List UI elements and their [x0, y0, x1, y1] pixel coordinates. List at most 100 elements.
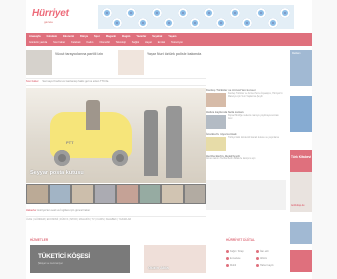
nav-item[interactable]: Spor: [94, 35, 100, 38]
teaser-image: [26, 50, 52, 75]
news-ticker: Haberler Hürriyet'ten sesli ve İngiltere…: [26, 209, 206, 217]
right-ad-banner[interactable]: [290, 96, 312, 132]
digital-link[interactable]: İlan ekli: [256, 248, 286, 255]
person-figure: [166, 106, 182, 178]
nav-subitem[interactable]: Hayat: [145, 41, 152, 44]
teaser-title[interactable]: Yaşar Nuri öztürk polisle bakımda: [147, 52, 203, 56]
nav-item[interactable]: Seyahat: [152, 35, 162, 38]
side-news-image: [206, 115, 226, 129]
nav-item[interactable]: Yaşam: [168, 35, 176, 38]
person-figure: [86, 100, 100, 130]
evil-eye-icon: [280, 8, 290, 18]
nav-subitem[interactable]: Son haber: [53, 41, 65, 44]
ticker-label: Haberler: [26, 209, 37, 212]
breaking-news-text[interactable]: Sermaye Kredisi ve Gaziantep hakkı gel n…: [42, 80, 108, 83]
evil-eye-icon: [190, 18, 200, 28]
nav-item[interactable]: Magazin: [106, 35, 116, 38]
side-news-desc: Kişisel Müziğe nedenle nanoyu yayılmaya …: [228, 115, 279, 120]
nav-subitem[interactable]: Kelebek: [71, 41, 80, 44]
ticker-text[interactable]: Hürriyet'ten sesli ve İngiltere için gün…: [37, 209, 90, 212]
headline-thumbnails: [26, 184, 206, 204]
side-news-item[interactable]: Hafıza kaybında fazla zaman Kişisel Müzi…: [206, 110, 284, 129]
side-news-desc: Kardeş Türküler ve Arrivet Sonu İnşaatçı…: [228, 93, 283, 98]
evil-eye-icon: [256, 8, 266, 18]
category-link-bar[interactable]: ÜLKE | GÜNDEM | EKONOMİ | DÜNYA | SPOR |…: [26, 218, 206, 224]
side-news-item[interactable]: Hertha Berlin, Belek'teydi Alman takımı …: [206, 154, 284, 160]
van-label: PTT: [66, 140, 74, 145]
digital-link[interactable]: E-Gazete: [226, 255, 256, 262]
digital-link-label: E-Gazete: [230, 257, 241, 260]
thumbnail[interactable]: [117, 185, 138, 203]
digital-link[interactable]: Kağıt / Kitap: [226, 248, 256, 255]
top-banner-ad[interactable]: [98, 5, 294, 29]
nav-subitem[interactable]: Televizyon: [171, 41, 183, 44]
side-news-title[interactable]: Kardeş Türküler ve Arrivet'ten konser: [206, 88, 284, 92]
nav-item[interactable]: Anasayfa: [29, 35, 41, 38]
thumbnail[interactable]: [72, 185, 93, 203]
kitabevi-ad[interactable]: Türk Kitabevi: [290, 150, 312, 172]
side-news-item[interactable]: Kardeş Türküler ve Arrivet'ten konser Ka…: [206, 88, 284, 107]
bullet-icon: [256, 249, 259, 253]
nav-subitem[interactable]: Sağlık: [132, 41, 139, 44]
services-heading: HİZMETLER: [30, 238, 49, 242]
digital-link[interactable]: Mobil: [226, 262, 256, 269]
evil-eye-icon: [164, 18, 174, 28]
evil-eye-icon: [230, 8, 240, 18]
evil-eye-icon: [112, 18, 122, 28]
thumbnail[interactable]: [94, 185, 115, 203]
breaking-news-bar: Son haber Sermaye Kredisi ve Gaziantep h…: [26, 78, 206, 86]
nav-subitem[interactable]: Emlak: [158, 41, 165, 44]
digital-link-label: Kağıt / Kitap: [230, 250, 244, 253]
digital-link[interactable]: Albüm: [256, 255, 286, 262]
page: Hürriyet gazete Anasayfa Gündem Ekonomi …: [26, 0, 312, 279]
side-news-title[interactable]: İstanbul'u rüya kurmak: [206, 132, 284, 136]
thumbnail[interactable]: [27, 185, 48, 203]
side-news-image: [206, 93, 226, 107]
news-teaser[interactable]: Vücut tarayıcılarına partili izin: [26, 50, 114, 80]
evil-eye-icon: [102, 8, 112, 18]
nav-subitem[interactable]: Teknoloji: [116, 41, 126, 44]
consumer-corner-title[interactable]: TÜKETİCİ KÖŞESİ: [38, 253, 90, 260]
logo-subtitle: gazete: [44, 20, 54, 24]
portrait-ad-url: turkkitap.de: [291, 204, 305, 207]
nav-item[interactable]: Gündem: [47, 35, 58, 38]
thumbnail[interactable]: [139, 185, 160, 203]
digital-heading: HÜRRİYET DİJİTAL: [226, 238, 255, 242]
bullet-icon: [256, 263, 259, 267]
nav-item[interactable]: Dünya: [80, 35, 88, 38]
evil-eye-icon: [138, 18, 148, 28]
digital-links: Kağıt / Kitap İlan ekli E-Gazete Albüm Mob…: [226, 248, 288, 269]
digital-link[interactable]: Haber kaydı: [256, 262, 286, 269]
nav-item[interactable]: Bugün: [122, 35, 130, 38]
nav-subitem[interactable]: Kadın: [87, 41, 94, 44]
digital-link-label: İlan ekli: [260, 250, 269, 253]
headline-slider[interactable]: PTT Seyyar posta kutusu: [26, 88, 206, 183]
headline-title[interactable]: Seyyar posta kutusu: [30, 170, 84, 176]
thumbnail[interactable]: [162, 185, 183, 203]
nav-item[interactable]: Ekonomi: [63, 35, 74, 38]
right-ad-banner[interactable]: Reklam: [290, 50, 312, 86]
guzin-abla-title[interactable]: Güzin Abla: [148, 265, 169, 270]
ad-placeholder[interactable]: [206, 180, 286, 210]
side-news-item[interactable]: İstanbul'u rüya kurmak Türkiye'deki isim…: [206, 132, 284, 151]
thumbnail[interactable]: [49, 185, 70, 203]
evil-eye-icon: [268, 18, 278, 28]
side-news-image: [206, 137, 226, 151]
evil-eye-icon: [152, 8, 162, 18]
side-news-title[interactable]: Hafıza kaybında fazla zaman: [206, 110, 284, 114]
site-logo[interactable]: Hürriyet: [32, 8, 69, 19]
main-navigation: Anasayfa Gündem Ekonomi Dünya Spor Magaz…: [26, 33, 312, 46]
news-teaser[interactable]: Yaşar Nuri öztürk polisle bakımda: [118, 50, 206, 80]
portrait-ad[interactable]: turkkitap.de: [290, 172, 312, 212]
nav-subitem[interactable]: Günlerin yazıda: [29, 41, 47, 44]
right-ad-banner[interactable]: [290, 250, 312, 272]
thumbnail[interactable]: [184, 185, 205, 203]
nav-item[interactable]: Yazarlar: [136, 35, 146, 38]
nav-subitem[interactable]: Otomobil: [99, 41, 109, 44]
header: Hürriyet gazete: [26, 0, 312, 33]
evil-eye-icon: [126, 8, 136, 18]
teaser-title[interactable]: Vücut tarayıcılarına partili izin: [55, 52, 111, 56]
evil-eye-icon: [178, 8, 188, 18]
nav-row-secondary: Günlerin yazıda Son haber Kelebek Kadın …: [29, 41, 183, 44]
right-ad-banner[interactable]: [290, 222, 312, 244]
